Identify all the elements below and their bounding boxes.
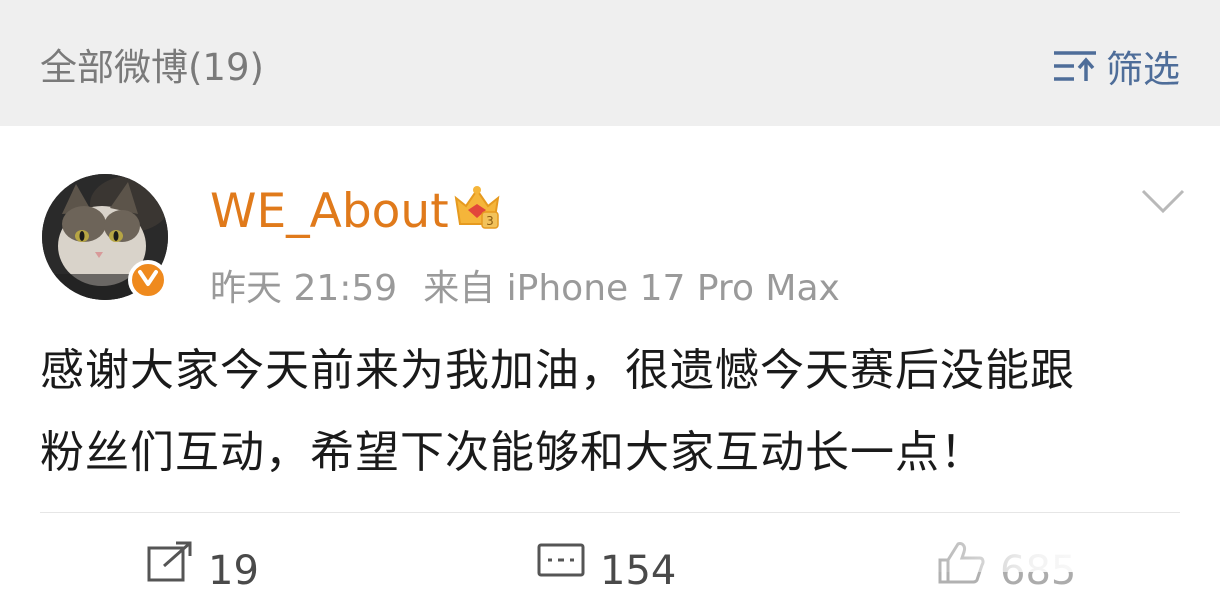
all-posts-count[interactable]: 全部微博(19): [40, 40, 264, 96]
filter-sort-icon: [1052, 48, 1098, 84]
post-meta: 昨天 21:59 来自 iPhone 17 Pro Max: [210, 266, 840, 312]
svg-text:3: 3: [486, 214, 494, 228]
post-text-line: 感谢大家今天前来为我加油，很遗憾今天赛后没能跟: [40, 345, 1075, 396]
v-verified-icon: [137, 268, 159, 292]
post-card: WE_About 3 昨天 21:59 来自 iPhone 17 Pro Max …: [0, 126, 1220, 594]
comment-button[interactable]: 154: [536, 540, 676, 601]
username[interactable]: WE_About: [210, 182, 449, 242]
post-text: 感谢大家今天前来为我加油，很遗憾今天赛后没能跟 粉丝们互动，希望下次能够和大家互…: [40, 330, 1190, 494]
chevron-down-icon[interactable]: [1140, 186, 1186, 220]
crown-level-icon[interactable]: 3: [452, 184, 502, 236]
post-text-line: 粉丝们互动，希望下次能够和大家互动长一点！: [40, 427, 985, 478]
post-time: 昨天 21:59: [210, 268, 398, 309]
post-source: 来自 iPhone 17 Pro Max: [423, 268, 840, 309]
filter-button[interactable]: 筛选: [1052, 38, 1180, 94]
repost-button[interactable]: 19: [146, 540, 259, 601]
divider: [40, 512, 1180, 513]
repost-icon: [146, 540, 194, 601]
top-filter-bar: 全部微博(19) 筛选: [0, 0, 1220, 126]
repost-count: 19: [208, 547, 259, 594]
filter-label: 筛选: [1106, 48, 1180, 91]
comment-icon: [536, 540, 586, 601]
verified-badge: [128, 260, 168, 300]
comment-count: 154: [600, 547, 677, 594]
scroll-fade-overlay: [930, 522, 1220, 572]
